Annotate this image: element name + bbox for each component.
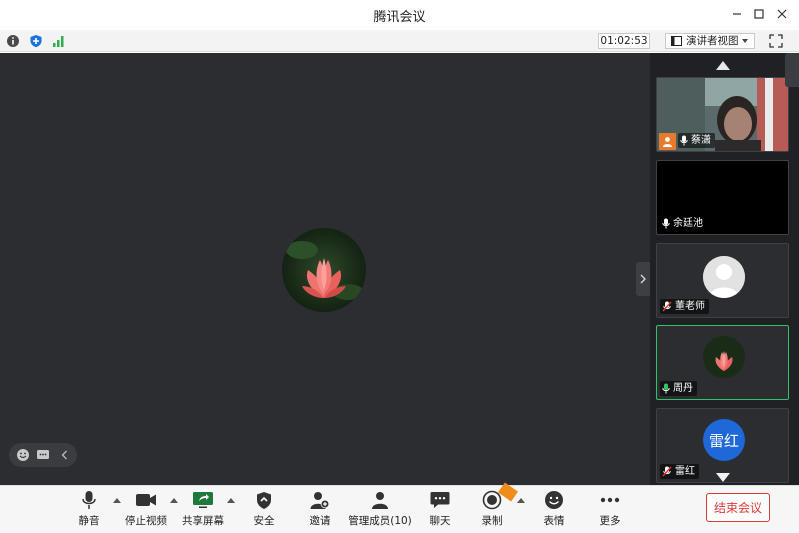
record-button[interactable]: 录制 [480,490,504,530]
scroll-down-icon[interactable] [716,473,730,482]
mic-icon [82,491,96,509]
info-icon[interactable] [6,34,20,48]
more-label: 更多 [599,515,621,527]
security-button[interactable]: 安全 [252,490,276,530]
stop-video-button[interactable]: 停止视频 [124,490,168,530]
bottom-toolbar: 静音 停止视频 共享屏幕 安全 邀请 管理成员(10) 聊天 录制 表情 更多 … [0,482,799,533]
participant-tile-active[interactable]: 周丹 [656,325,789,400]
host-badge [659,133,676,150]
share-screen-button[interactable]: 共享屏幕 [182,490,224,530]
speaker-avatar [282,228,366,312]
emoji-icon [545,491,563,509]
share-screen-label: 共享屏幕 [182,515,224,527]
info-bar: 01:02:53 演讲者视图 [0,30,799,52]
user-silhouette-icon [703,256,745,298]
stop-video-label: 停止视频 [125,515,167,527]
participant-name: 蔡潇 [691,135,711,146]
close-button[interactable] [771,4,793,24]
chat-icon [430,492,450,508]
maximize-icon [754,9,764,19]
lotus-avatar [703,336,745,378]
lotus-flower-image [282,228,366,312]
participant-label: 余廷池 [660,216,707,231]
layout-icon [671,36,682,46]
mic-muted-icon [662,301,672,312]
security-label: 安全 [253,515,275,527]
manage-members-label: 管理成员(10) [348,515,412,527]
participant-label: 蔡潇 [678,133,715,148]
chat-button[interactable]: 聊天 [428,490,452,530]
mute-options-caret[interactable] [113,498,121,503]
shield-icon[interactable] [29,34,43,48]
mic-muted-icon [662,466,672,477]
main-video-stage[interactable] [0,53,650,485]
record-options-caret[interactable] [517,498,525,503]
participant-label: 周丹 [660,381,697,396]
invite-label: 邀请 [309,515,331,527]
chevron-left-icon[interactable] [58,448,72,462]
reactions-button[interactable]: 表情 [542,490,566,530]
mic-speaking-icon [662,383,670,394]
default-avatar [703,256,745,298]
share-screen-icon [193,492,213,508]
chat-bubble-icon[interactable] [36,448,50,462]
participant-name: 雷红 [675,466,695,477]
side-panel-tab[interactable] [785,53,799,87]
title-bar: 腾讯会议 [0,0,799,30]
participant-tile[interactable]: 董老师 [656,243,789,318]
chevron-down-icon [742,39,748,43]
camera-feed [657,78,788,151]
view-mode-select[interactable]: 演讲者视图 [665,33,755,49]
mic-icon [662,218,670,229]
record-label: 录制 [481,515,503,527]
letter-avatar: 雷红 [703,419,745,461]
participant-tile[interactable]: 雷红 雷红 [656,408,789,483]
participant-panel: 蔡潇 余廷池 董老师 周丹 雷红 雷红 [650,53,799,485]
lotus-flower-image [703,336,745,378]
add-user-icon [310,491,330,509]
meeting-timer: 01:02:53 [598,33,650,49]
participant-tile[interactable]: 蔡潇 [656,77,789,152]
invite-button[interactable]: 邀请 [308,490,332,530]
user-icon [663,137,672,147]
window-title: 腾讯会议 [373,10,426,25]
scroll-up-icon[interactable] [716,61,730,70]
mic-icon [680,135,688,146]
fullscreen-icon[interactable] [768,33,784,49]
chevron-right-icon [640,274,646,284]
mute-label: 静音 [78,515,100,527]
participant-name: 余廷池 [673,218,703,229]
close-icon [777,9,787,19]
video-options-caret[interactable] [170,498,178,503]
participant-label: 雷红 [660,464,699,479]
camera-icon [136,494,156,506]
members-icon [372,491,388,509]
minimize-button[interactable] [726,4,748,24]
participant-name: 周丹 [673,383,693,394]
chat-label: 聊天 [429,515,451,527]
reactions-label: 表情 [543,515,565,527]
manage-members-button[interactable]: 管理成员(10) [348,490,412,530]
participant-label: 董老师 [660,299,709,314]
lock-shield-icon [257,491,271,509]
mute-button[interactable]: 静音 [76,490,102,530]
more-button[interactable]: 更多 [598,490,622,530]
emoji-icon[interactable] [16,448,30,462]
minimize-icon [733,13,741,15]
maximize-button[interactable] [748,4,770,24]
view-mode-label: 演讲者视图 [686,35,739,47]
stage-tools [9,443,77,467]
share-options-caret[interactable] [227,498,235,503]
participant-name: 董老师 [675,301,705,312]
collapse-panel-button[interactable] [636,262,650,296]
participant-tile[interactable]: 余廷池 [656,160,789,235]
more-icon [600,497,620,503]
end-meeting-button[interactable]: 结束会议 [706,493,770,522]
signal-icon[interactable] [52,34,66,48]
